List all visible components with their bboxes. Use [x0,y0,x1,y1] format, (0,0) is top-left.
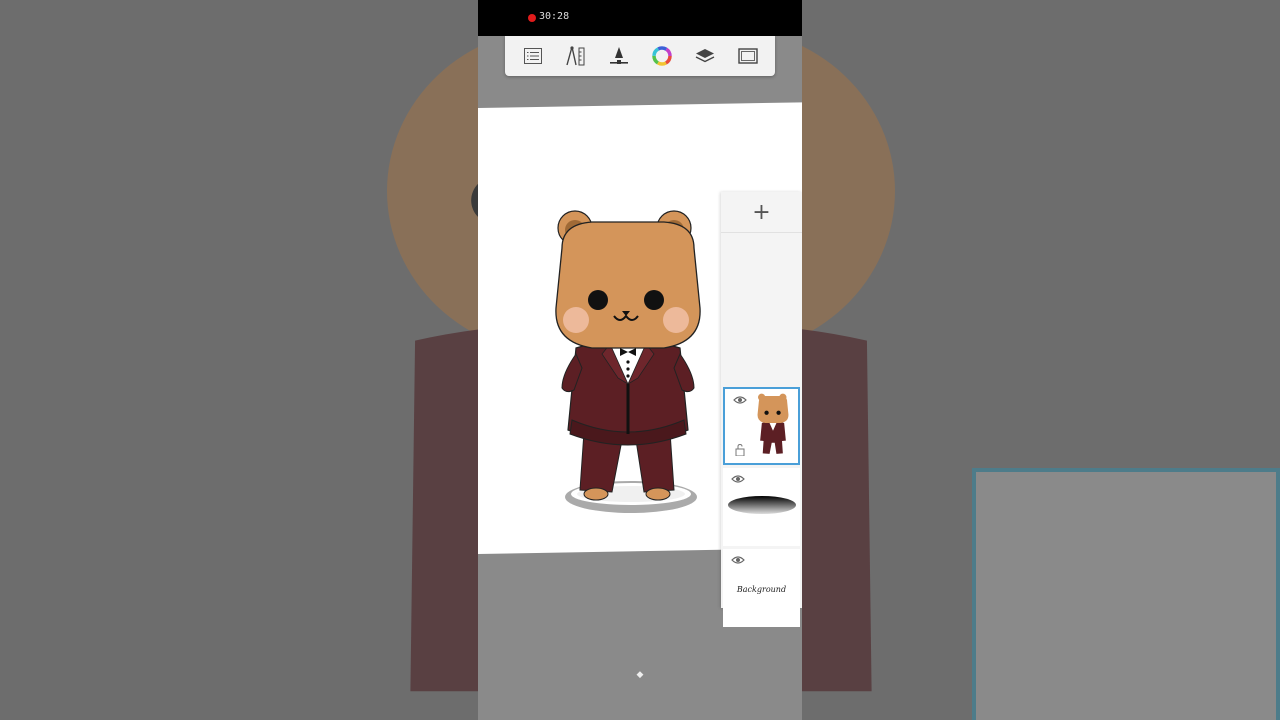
visibility-eye-icon[interactable] [731,474,745,484]
list-icon [523,48,542,64]
layers-button[interactable] [691,42,719,70]
color-button[interactable] [648,42,676,70]
canvas-button[interactable] [734,42,762,70]
top-toolbar [505,36,775,76]
layer-thumbnail-bear [757,393,789,454]
app-screen: 30:28 + Background ◆ [478,0,802,720]
blurred-layer-thumbnail [972,468,1280,720]
ruler-compass-icon [565,46,584,66]
bear-in-suit-drawing [555,210,701,513]
brush-icon [609,47,628,64]
layer-background[interactable]: Background [723,549,800,627]
recording-dot-icon [528,14,536,22]
status-bar: 30:28 [478,0,802,36]
blurred-bear-image-right [802,45,895,692]
layer-bear-drawing[interactable] [723,387,800,465]
visibility-eye-icon[interactable] [733,395,747,405]
guides-button[interactable] [562,42,590,70]
brush-button[interactable] [605,42,633,70]
color-wheel-icon [651,46,672,66]
layers-panel: + Background [721,192,802,627]
recording-timer: 30:28 [539,11,570,22]
expand-handle-icon[interactable]: ◆ [635,670,645,680]
layers-icon [695,49,714,63]
blurred-backdrop-left [0,0,478,720]
blurred-backdrop-right [802,0,1280,720]
unlock-icon[interactable] [735,444,745,456]
menu-list-button[interactable] [519,42,547,70]
blurred-bear-image [387,47,478,692]
plus-icon: + [752,199,771,225]
layer-shadow-ellipse[interactable] [723,468,800,546]
layer-label-background: Background [736,585,787,594]
visibility-eye-icon[interactable] [731,555,745,565]
add-layer-button[interactable]: + [721,192,802,233]
layer-thumbnail-shadow [728,496,796,514]
fullscreen-icon [737,48,758,64]
